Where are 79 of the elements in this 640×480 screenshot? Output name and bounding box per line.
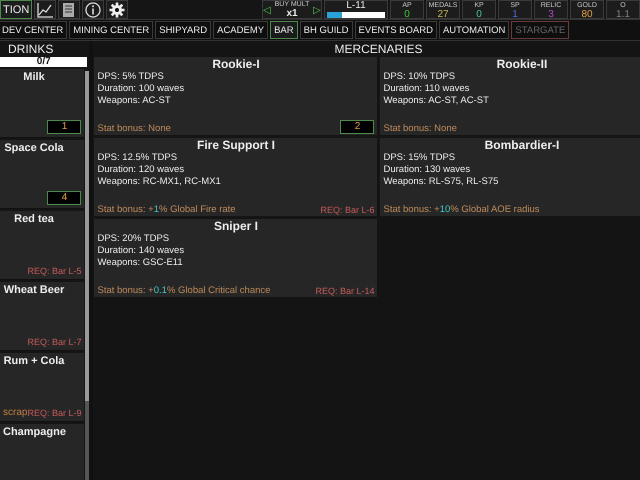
mercenary-name: Rookie-II	[496, 58, 548, 71]
drink-name: Champagne	[3, 426, 65, 438]
weapons-text: Weapons: RL-S75, RL-S75	[383, 176, 500, 188]
duration-text: Duration: 100 waves	[97, 83, 186, 95]
drink-count: 1	[47, 120, 82, 134]
stat-value: 27	[437, 10, 449, 20]
mercenary-card[interactable]: Rookie-II DPS: 10% TDPS Duration: 110 waves Weapons: AC-ST, AC-ST Stat bonus: None	[380, 57, 640, 135]
mercenary-count: 2	[340, 120, 374, 134]
tab[interactable]: AUTOMATION	[438, 21, 510, 39]
tab[interactable]: ACADEMY	[213, 21, 268, 39]
dps-text: DPS: 15% TDPS	[383, 152, 456, 164]
mercenary-name: Rookie-I	[211, 58, 261, 71]
drink-note: scrap	[3, 407, 28, 418]
weapons-text: Weapons: AC-ST, AC-ST	[383, 95, 490, 107]
weapons-text: Weapons: AC-ST	[97, 95, 172, 107]
weapons-text: Weapons: GSC-E11	[97, 257, 184, 269]
stat-bonus: Stat bonus: +0.1% Global Critical chance	[97, 285, 270, 296]
requirement-text: REQ: Bar L-9	[27, 408, 82, 418]
weapons-text: Weapons: RC-MX1, RC-MX1	[97, 176, 222, 188]
duration-text: Duration: 120 waves	[97, 164, 186, 176]
drink-name: Wheat Beer	[3, 284, 65, 296]
mercenary-card[interactable]: Rookie-I DPS: 5% TDPS Duration: 100 waves Weapons: AC-ST Stat bonus: None 2	[94, 57, 378, 135]
level-progress-bar	[327, 12, 385, 18]
chart-icon[interactable]	[34, 0, 56, 19]
drink-name: Space Cola	[3, 142, 65, 154]
right-arrow[interactable]: ▷	[313, 4, 321, 16]
stat-value: 1	[512, 10, 518, 20]
mercenary-card[interactable]: Fire Support I DPS: 12.5% TDPS Duration: 120 waves Weapons: RC-MX1, RC-MX1 Stat bonus: +1% Global Fire rate REQ: Bar L-6	[94, 138, 378, 216]
stat-value: 80	[581, 10, 593, 20]
mercenary-name: Fire Support I	[196, 139, 276, 152]
section-title: DRINKS	[7, 41, 54, 56]
stat-bonus: Stat bonus: None	[97, 123, 171, 134]
stat-bonus: Stat bonus: None	[383, 123, 457, 134]
drink-count: 4	[47, 191, 82, 205]
duration-text: Duration: 110 waves	[383, 83, 470, 95]
level-label: L-11	[346, 1, 366, 11]
tab[interactable]: BH GUILD	[300, 21, 353, 39]
dps-text: DPS: 20% TDPS	[97, 233, 170, 245]
dps-text: DPS: 10% TDPS	[383, 71, 456, 83]
drink-name: Rum + Cola	[3, 355, 65, 367]
drink-card[interactable]: Rum + Cola scrapREQ: Bar L-9	[0, 353, 84, 422]
left-arrow[interactable]: ◁	[263, 4, 271, 16]
mercenary-name: Sniper I	[212, 220, 259, 233]
drink-card[interactable]: Wheat Beer REQ: Bar L-7	[0, 282, 84, 351]
tab[interactable]: BAR	[270, 21, 298, 39]
drink-card[interactable]: Space Cola 4	[0, 140, 84, 209]
duration-text: Duration: 130 waves	[383, 164, 472, 176]
stat-bonus: Stat bonus: +10% Global AOE radius	[383, 204, 540, 215]
section-title: MERCENARIES	[333, 41, 424, 57]
stat-value: 0	[404, 10, 410, 20]
stat-value: 0	[476, 10, 482, 20]
stat-value: 3	[548, 10, 554, 20]
requirement-text: REQ: Bar L-7	[27, 337, 82, 347]
tab[interactable]: MINING CENTER	[69, 21, 154, 39]
stat-value: 1.1	[616, 10, 630, 20]
dps-text: DPS: 12.5% TDPS	[97, 152, 178, 164]
buy-mult-value: x1	[286, 9, 298, 19]
dps-text: DPS: 5% TDPS	[97, 71, 165, 83]
mercenary-card[interactable]: Sniper I DPS: 20% TDPS Duration: 140 waves Weapons: GSC-E11 Stat bonus: +0.1% Global Critical chance REQ: Bar L-14	[94, 219, 378, 297]
mercenary-card[interactable]: Bombardier-I DPS: 15% TDPS Duration: 130 waves Weapons: RL-S75, RL-S75 Stat bonus: +10% Global AOE radius	[380, 138, 640, 216]
duration-text: Duration: 140 waves	[97, 245, 186, 257]
drink-card[interactable]: Champagne	[0, 424, 84, 480]
menu-button[interactable]: TION	[0, 0, 32, 19]
info-icon[interactable]	[82, 0, 104, 19]
requirement-text: REQ: Bar L-6	[320, 205, 374, 215]
tab[interactable]: DEV CENTER	[0, 21, 68, 39]
requirement-text: REQ: Bar L-14	[315, 286, 374, 296]
stat-bonus: Stat bonus: +1% Global Fire rate	[97, 204, 236, 215]
mercenary-name: Bombardier-I	[484, 139, 560, 152]
drink-name: Milk	[22, 71, 46, 83]
scrollbar-thumb[interactable]	[85, 71, 90, 401]
tab[interactable]: EVENTS BOARD	[354, 21, 437, 39]
drink-card[interactable]: Milk 1	[0, 69, 84, 138]
requirement-text: REQ: Bar L-5	[27, 266, 82, 276]
tab[interactable]: SHIPYARD	[155, 21, 212, 39]
drink-name: Red tea	[13, 213, 55, 225]
drink-card[interactable]: Red tea REQ: Bar L-5	[0, 211, 84, 280]
settings-icon[interactable]	[106, 0, 128, 19]
document-icon[interactable]	[58, 0, 80, 19]
